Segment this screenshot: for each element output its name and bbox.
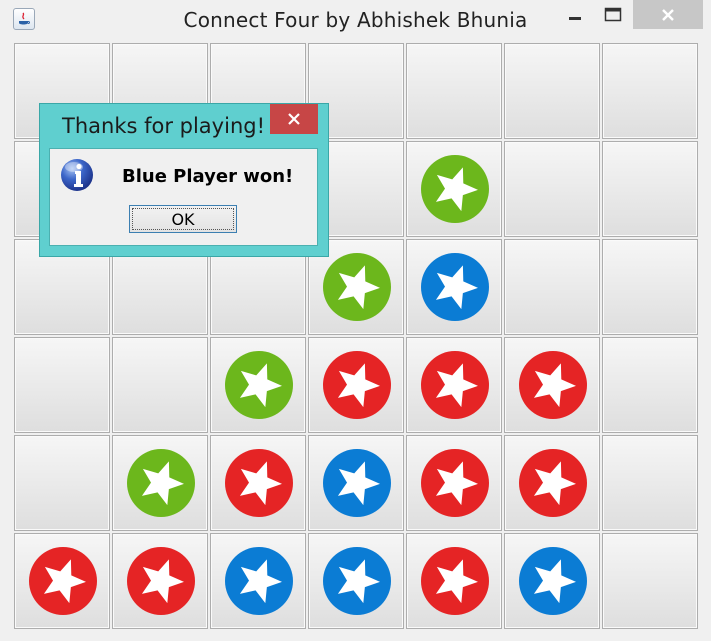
board-cell[interactable] bbox=[210, 435, 306, 531]
board-cell[interactable] bbox=[14, 435, 110, 531]
board-cell[interactable] bbox=[308, 337, 404, 433]
dialog-message: Blue Player won! bbox=[122, 166, 294, 187]
green-disc-star-icon bbox=[127, 449, 195, 517]
red-disc-star-icon bbox=[323, 351, 391, 419]
close-icon bbox=[288, 113, 300, 125]
dialog-title: Thanks for playing! bbox=[62, 114, 265, 138]
close-button[interactable] bbox=[633, 0, 703, 29]
board-cell[interactable] bbox=[14, 337, 110, 433]
board-cell[interactable] bbox=[406, 533, 502, 629]
board-cell[interactable] bbox=[210, 533, 306, 629]
blue-disc-star-icon bbox=[421, 253, 489, 321]
green-disc-star-icon bbox=[421, 155, 489, 223]
blue-disc-star-icon bbox=[519, 547, 587, 615]
blue-disc-star-icon bbox=[323, 547, 391, 615]
board-cell[interactable] bbox=[602, 43, 698, 139]
green-disc-star-icon bbox=[323, 253, 391, 321]
board-cell[interactable] bbox=[602, 435, 698, 531]
board-cell[interactable] bbox=[602, 337, 698, 433]
board-cell[interactable] bbox=[602, 141, 698, 237]
board-cell[interactable] bbox=[504, 141, 600, 237]
info-icon bbox=[61, 159, 93, 191]
red-disc-star-icon bbox=[29, 547, 97, 615]
board-cell[interactable] bbox=[504, 435, 600, 531]
game-over-dialog: Thanks for playing! Blue Player won! OK bbox=[39, 103, 329, 257]
maximize-icon bbox=[604, 7, 622, 21]
board-cell[interactable] bbox=[112, 435, 208, 531]
board-cell[interactable] bbox=[210, 337, 306, 433]
maximize-button[interactable] bbox=[598, 0, 628, 29]
dialog-close-button[interactable] bbox=[270, 104, 318, 134]
close-icon bbox=[662, 8, 674, 21]
minimize-button[interactable] bbox=[560, 0, 590, 29]
title-bar[interactable]: Connect Four by Abhishek Bhunia bbox=[0, 0, 711, 40]
board-cell[interactable] bbox=[112, 337, 208, 433]
ok-button[interactable]: OK bbox=[129, 205, 237, 233]
dialog-body: Blue Player won! OK bbox=[49, 148, 318, 246]
minimize-icon bbox=[569, 16, 581, 20]
board-cell[interactable] bbox=[406, 337, 502, 433]
board-cell[interactable] bbox=[504, 337, 600, 433]
blue-disc-star-icon bbox=[225, 547, 293, 615]
red-disc-star-icon bbox=[421, 351, 489, 419]
application-window: Connect Four by Abhishek Bhunia Thanks f… bbox=[0, 0, 711, 641]
blue-disc-star-icon bbox=[323, 449, 391, 517]
red-disc-star-icon bbox=[225, 449, 293, 517]
board-cell[interactable] bbox=[14, 533, 110, 629]
red-disc-star-icon bbox=[421, 449, 489, 517]
board-cell[interactable] bbox=[406, 239, 502, 335]
board-cell[interactable] bbox=[308, 533, 404, 629]
board-cell[interactable] bbox=[406, 43, 502, 139]
red-disc-star-icon bbox=[519, 449, 587, 517]
board-cell[interactable] bbox=[602, 533, 698, 629]
board-cell[interactable] bbox=[504, 533, 600, 629]
board-cell[interactable] bbox=[504, 43, 600, 139]
board-cell[interactable] bbox=[112, 533, 208, 629]
green-disc-star-icon bbox=[225, 351, 293, 419]
board-cell[interactable] bbox=[308, 435, 404, 531]
board-cell[interactable] bbox=[406, 141, 502, 237]
red-disc-star-icon bbox=[421, 547, 489, 615]
board-cell[interactable] bbox=[602, 239, 698, 335]
red-disc-star-icon bbox=[127, 547, 195, 615]
board-cell[interactable] bbox=[504, 239, 600, 335]
red-disc-star-icon bbox=[519, 351, 587, 419]
board-cell[interactable] bbox=[406, 435, 502, 531]
